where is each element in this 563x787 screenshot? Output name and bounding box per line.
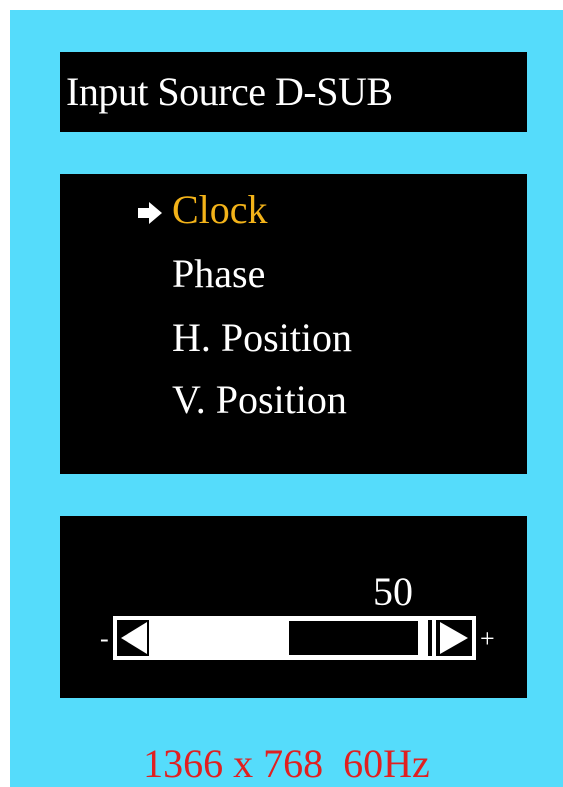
input-source-title: Input Source D-SUB bbox=[66, 69, 393, 114]
slider-track[interactable] bbox=[113, 616, 476, 660]
right-triangle-icon bbox=[422, 620, 472, 656]
menu-item-v-position[interactable]: V. Position bbox=[172, 378, 347, 422]
osd-screen: Input Source D-SUB Clock Phase H. Positi… bbox=[10, 10, 563, 787]
increase-button[interactable] bbox=[418, 616, 476, 660]
slider-bar[interactable] bbox=[159, 616, 418, 660]
adjust-menu-panel: Clock Phase H. Position V. Position bbox=[60, 174, 527, 474]
minus-label: - bbox=[100, 624, 109, 653]
menu-item-h-position[interactable]: H. Position bbox=[172, 316, 352, 360]
decrease-button[interactable] bbox=[113, 616, 159, 660]
menu-item-clock[interactable]: Clock bbox=[172, 188, 268, 232]
right-arrow-icon bbox=[138, 202, 162, 224]
slider-fill bbox=[159, 621, 289, 655]
plus-label: + bbox=[480, 624, 495, 653]
menu-item-phase[interactable]: Phase bbox=[172, 252, 265, 296]
input-source-panel: Input Source D-SUB bbox=[60, 52, 527, 132]
value-slider-panel: 50 - + bbox=[60, 516, 527, 698]
resolution-status: 1366 x 768 60Hz bbox=[143, 741, 430, 786]
slider-value: 50 bbox=[373, 569, 413, 614]
left-triangle-icon bbox=[117, 620, 155, 656]
